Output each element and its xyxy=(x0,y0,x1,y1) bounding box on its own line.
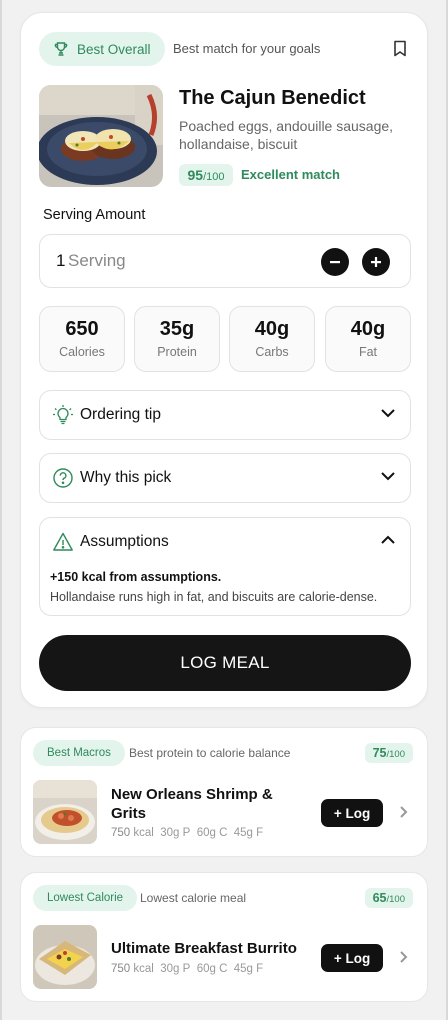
assumptions-detail: Hollandaise runs high in fat, and biscui… xyxy=(50,590,378,604)
alt-kcal-unit: kcal xyxy=(133,827,154,839)
chevron-right-icon[interactable] xyxy=(399,950,408,964)
alt-score-max: /100 xyxy=(386,894,406,905)
macro-protein: 35g Protein xyxy=(134,306,220,372)
chevron-right-icon[interactable] xyxy=(399,805,408,819)
alt-score: 75 xyxy=(372,746,387,760)
bookmark-button[interactable] xyxy=(393,40,407,62)
alt-reason: Lowest calorie meal xyxy=(140,891,247,905)
alt-protein: 30g P xyxy=(160,827,191,839)
chevron-down-icon xyxy=(381,472,395,481)
macro-carbs: 40g Carbs xyxy=(229,306,315,372)
serving-amount-stepper: 1 Serving xyxy=(39,234,411,288)
alt-carbs: 60g C xyxy=(196,827,228,839)
alt-score-badge: 65 /100 xyxy=(364,888,413,908)
ordering-tip-accordion[interactable]: Ordering tip xyxy=(39,390,411,440)
cajun-benedict-photo xyxy=(39,85,163,187)
best-macros-card[interactable]: Best Macros Best protein to calorie bala… xyxy=(20,727,428,857)
lowest-calorie-badge: Lowest Calorie xyxy=(33,885,138,911)
ordering-tip-title: Ordering tip xyxy=(80,406,161,423)
alt-fat: 45g F xyxy=(233,963,264,975)
serving-unit: Serving xyxy=(68,251,126,270)
macro-value: 35g xyxy=(159,318,195,340)
bookmark-icon xyxy=(394,40,406,57)
match-score: 95 xyxy=(187,167,204,183)
alt-kcal: 750 xyxy=(111,827,131,839)
serving-quantity[interactable]: 1 xyxy=(56,251,65,271)
meal-title: The Cajun Benedict xyxy=(179,87,366,109)
macro-label: Fat xyxy=(358,345,378,359)
trophy-icon xyxy=(54,42,68,56)
macro-calories: 650 Calories xyxy=(39,306,125,372)
log-alt-button[interactable]: + Log xyxy=(321,799,383,827)
lightbulb-icon xyxy=(53,405,73,425)
minus-icon xyxy=(330,261,340,264)
macro-label: Protein xyxy=(157,345,197,359)
frame-edge-left xyxy=(0,0,2,1020)
increase-serving-button[interactable] xyxy=(362,248,390,276)
meal-description: Poached eggs, andouille sausage, holland… xyxy=(179,118,394,152)
alt-score: 65 xyxy=(372,891,387,905)
best-macros-badge: Best Macros xyxy=(33,740,125,766)
assumptions-title: Assumptions xyxy=(80,533,169,550)
serving-amount-label: Serving Amount xyxy=(43,207,146,223)
log-meal-button[interactable]: LOG MEAL xyxy=(39,635,411,691)
shrimp-grits-photo xyxy=(33,780,97,844)
chevron-down-icon xyxy=(381,409,395,418)
why-this-pick-title: Why this pick xyxy=(80,469,172,486)
match-score-badge: 95 /100 xyxy=(179,164,233,186)
alt-carbs: 60g C xyxy=(196,963,228,975)
alt-protein: 30g P xyxy=(160,963,191,975)
alt-kcal: 750 xyxy=(111,963,131,975)
alt-score-badge: 75 /100 xyxy=(364,743,413,763)
macro-label: Calories xyxy=(59,345,105,359)
match-score-max: /100 xyxy=(203,171,225,183)
chevron-up-icon xyxy=(381,535,395,544)
why-this-pick-accordion[interactable]: Why this pick xyxy=(39,453,411,503)
alt-kcal-unit: kcal xyxy=(133,963,154,975)
lowest-calorie-card[interactable]: Lowest Calorie Lowest calorie meal 65 /1… xyxy=(20,872,428,1002)
best-overall-badge-label: Best Overall xyxy=(77,41,151,57)
match-label: Excellent match xyxy=(241,167,340,182)
alt-fat: 45g F xyxy=(233,827,264,839)
macro-summary: 650 Calories 35g Protein 40g Carbs 40g F… xyxy=(39,306,411,372)
macro-value: 650 xyxy=(65,318,99,340)
macro-fat: 40g Fat xyxy=(325,306,411,372)
alt-reason: Best protein to calorie balance xyxy=(129,746,291,760)
alt-meal-name: New Orleans Shrimp & Grits xyxy=(111,786,273,822)
alt-meal-nutrition: 750 kcal 30g P 60g C 45g F xyxy=(111,963,263,975)
macro-value: 40g xyxy=(350,318,386,340)
warning-triangle-icon xyxy=(53,532,73,551)
alt-meal-name: Ultimate Breakfast Burrito xyxy=(111,940,297,957)
plus-icon xyxy=(371,257,381,267)
best-overall-card: Best Overall Best match for your goals T… xyxy=(20,12,428,708)
breakfast-burrito-photo xyxy=(33,925,97,989)
question-circle-icon xyxy=(53,468,73,488)
alt-score-max: /100 xyxy=(386,749,406,760)
log-alt-button[interactable]: + Log xyxy=(321,944,383,972)
best-overall-badge: Best Overall xyxy=(39,32,165,66)
alt-meal-nutrition: 750 kcal 30g P 60g C 45g F xyxy=(111,827,263,839)
assumptions-summary: +150 kcal from assumptions. xyxy=(50,570,222,584)
decrease-serving-button[interactable] xyxy=(321,248,349,276)
macro-label: Carbs xyxy=(255,345,289,359)
macro-value: 40g xyxy=(254,318,290,340)
assumptions-accordion[interactable]: Assumptions +150 kcal from assumptions. … xyxy=(39,517,411,616)
badge-subtitle: Best match for your goals xyxy=(173,41,321,56)
